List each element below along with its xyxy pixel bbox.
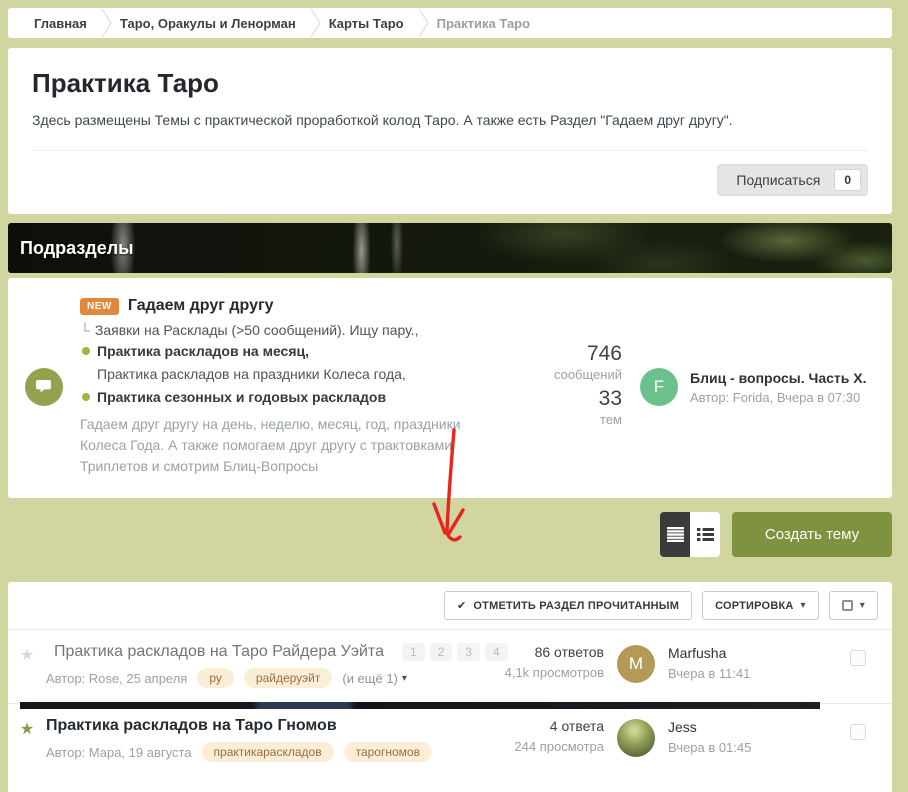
rows-view-icon: [667, 527, 684, 542]
last-post-time: Вчера в 01:45: [668, 740, 836, 755]
topic-views: 4,1k просмотров: [484, 665, 604, 680]
last-poster-link[interactable]: Marfusha: [668, 645, 836, 661]
star-toggle-icon[interactable]: ★: [20, 721, 34, 738]
row-checkbox[interactable]: [850, 724, 866, 740]
avatar[interactable]: [617, 719, 655, 757]
breadcrumb: Главная Таро, Оракулы и Ленорман Карты Т…: [8, 8, 892, 38]
green-dot-icon: [82, 393, 90, 401]
page-link[interactable]: 3: [457, 643, 480, 661]
tag-badge[interactable]: ру: [197, 668, 234, 688]
tag-badge[interactable]: практикараскладов: [202, 742, 334, 762]
breadcrumb-current: Практика Таро: [429, 16, 544, 31]
last-poster-link[interactable]: Jess: [668, 719, 836, 735]
subforum-icon-col: [8, 297, 80, 477]
condensed-view-button[interactable]: [690, 512, 720, 557]
green-dot-icon: [82, 347, 90, 355]
star-toggle-icon[interactable]: ★: [20, 647, 34, 664]
subforum-stats: 746 сообщений 33 тем: [512, 297, 622, 477]
topic-author-line: Автор: Rose, 25 апреля: [46, 671, 187, 686]
page-link[interactable]: 1: [402, 643, 425, 661]
last-post-time: Вчера в 11:41: [668, 666, 836, 681]
subscribe-label: Подписаться: [736, 172, 820, 188]
subforum-description: Гадаем друг другу на день, неделю, месяц…: [80, 414, 504, 477]
topics-panel: ✔ ОТМЕТИТЬ РАЗДЕЛ ПРОЧИТАННЫМ СОРТИРОВКА…: [8, 582, 892, 792]
topic-stats: 86 ответов 4,1k просмотров: [484, 643, 604, 688]
more-tags-toggle[interactable]: (и ещё 1) ▾: [342, 671, 407, 686]
list-view-icon: [697, 528, 714, 541]
topics-count: 33: [512, 387, 622, 411]
last-post-meta: Автор: Forida, Вчера в 07:30: [690, 390, 866, 405]
subscribe-row: Подписаться 0: [32, 151, 868, 202]
avatar[interactable]: M: [617, 645, 655, 683]
tag-badge[interactable]: тарогномов: [344, 742, 432, 762]
expanded-view-button[interactable]: [660, 512, 690, 557]
breadcrumb-home[interactable]: Главная: [26, 16, 101, 31]
topic-replies: 4 ответа: [484, 718, 604, 734]
sort-button[interactable]: СОРТИРОВКА ▾: [702, 591, 819, 620]
comments-bubble-icon: [25, 368, 63, 406]
actions-row: Создать тему: [8, 512, 892, 557]
chevron-right-icon: [101, 8, 112, 38]
subforum-topic-link[interactable]: Практика сезонных и годовых раскладов: [80, 388, 504, 407]
last-post-title-link[interactable]: Блиц - вопросы. Часть X.: [690, 370, 866, 386]
topic-views: 244 просмотра: [484, 739, 604, 754]
topics-count-label: тем: [512, 412, 622, 427]
topic-title-link[interactable]: Практика раскладов на Таро Райдера Уэйта: [54, 643, 384, 661]
caret-down-icon: ▾: [801, 600, 806, 611]
create-topic-button[interactable]: Создать тему: [732, 512, 892, 557]
page-description: Здесь размещены Темы с практической прор…: [32, 112, 868, 128]
topic-title-link[interactable]: Практика раскладов на Таро Гномов: [46, 717, 337, 735]
mark-read-button[interactable]: ✔ ОТМЕТИТЬ РАЗДЕЛ ПРОЧИТАННЫМ: [444, 591, 692, 620]
chevron-right-icon: [310, 8, 321, 38]
posts-count-label: сообщений: [512, 367, 622, 382]
subforum-topic-link[interactable]: Практика раскладов на праздники Колеса г…: [80, 365, 504, 384]
subsections-banner-title: Подразделы: [8, 238, 134, 259]
topic-replies: 86 ответов: [484, 644, 604, 660]
topic-row: ★ Практика раскладов на Таро Райдера Уэй…: [8, 630, 892, 703]
subscribe-button[interactable]: Подписаться 0: [717, 164, 868, 196]
page-link[interactable]: 2: [430, 643, 453, 661]
topic-stats: 4 ответа 244 просмотра: [484, 717, 604, 762]
caret-down-icon: ▾: [402, 673, 407, 684]
subforum-main: NEW Гадаем друг другу └Заявки на Расклад…: [80, 297, 512, 477]
caret-down-icon: ▾: [860, 600, 865, 611]
new-badge: NEW: [80, 298, 119, 315]
topic-row: ★ Практика раскладов на Таро Гномов Авто…: [8, 704, 892, 777]
subforum-title-link[interactable]: Гадаем друг другу: [128, 297, 274, 315]
topics-toolbar: ✔ ОТМЕТИТЬ РАЗДЕЛ ПРОЧИТАННЫМ СОРТИРОВКА…: [8, 582, 892, 629]
bottom-cutoff-bar: [20, 702, 820, 709]
chevron-right-icon: [418, 8, 429, 38]
page-title: Практика Таро: [32, 68, 868, 99]
posts-count: 746: [512, 342, 622, 366]
subforum-last-post: F Блиц - вопросы. Часть X. Автор: Forida…: [622, 297, 872, 477]
page-container: Главная Таро, Оракулы и Ленорман Карты Т…: [8, 8, 892, 792]
view-toggle: [660, 512, 720, 557]
subsections-banner: Подразделы: [8, 223, 892, 273]
corner-branch-icon: └: [80, 322, 90, 338]
subscribe-count-badge: 0: [834, 169, 861, 191]
breadcrumb-taro-cards[interactable]: Карты Таро: [321, 16, 418, 31]
breadcrumb-taro-oracles[interactable]: Таро, Оракулы и Ленорман: [112, 16, 310, 31]
row-checkbox[interactable]: [850, 650, 866, 666]
avatar[interactable]: F: [640, 368, 678, 406]
checkbox-icon: [842, 600, 853, 611]
select-all-button[interactable]: ▾: [829, 591, 878, 620]
check-icon: ✔: [457, 599, 466, 612]
tag-badge[interactable]: райдеруэйт: [244, 668, 332, 688]
topic-author-line: Автор: Мара, 19 августа: [46, 745, 192, 760]
subforum-card: NEW Гадаем друг другу └Заявки на Расклад…: [8, 278, 892, 498]
subforum-topic-link[interactable]: Практика раскладов на месяц,: [80, 342, 504, 361]
subforum-subline-link[interactable]: └Заявки на Расклады (>50 сообщений). Ищу…: [80, 322, 504, 338]
forum-header-card: Практика Таро Здесь размещены Темы с пра…: [8, 48, 892, 214]
